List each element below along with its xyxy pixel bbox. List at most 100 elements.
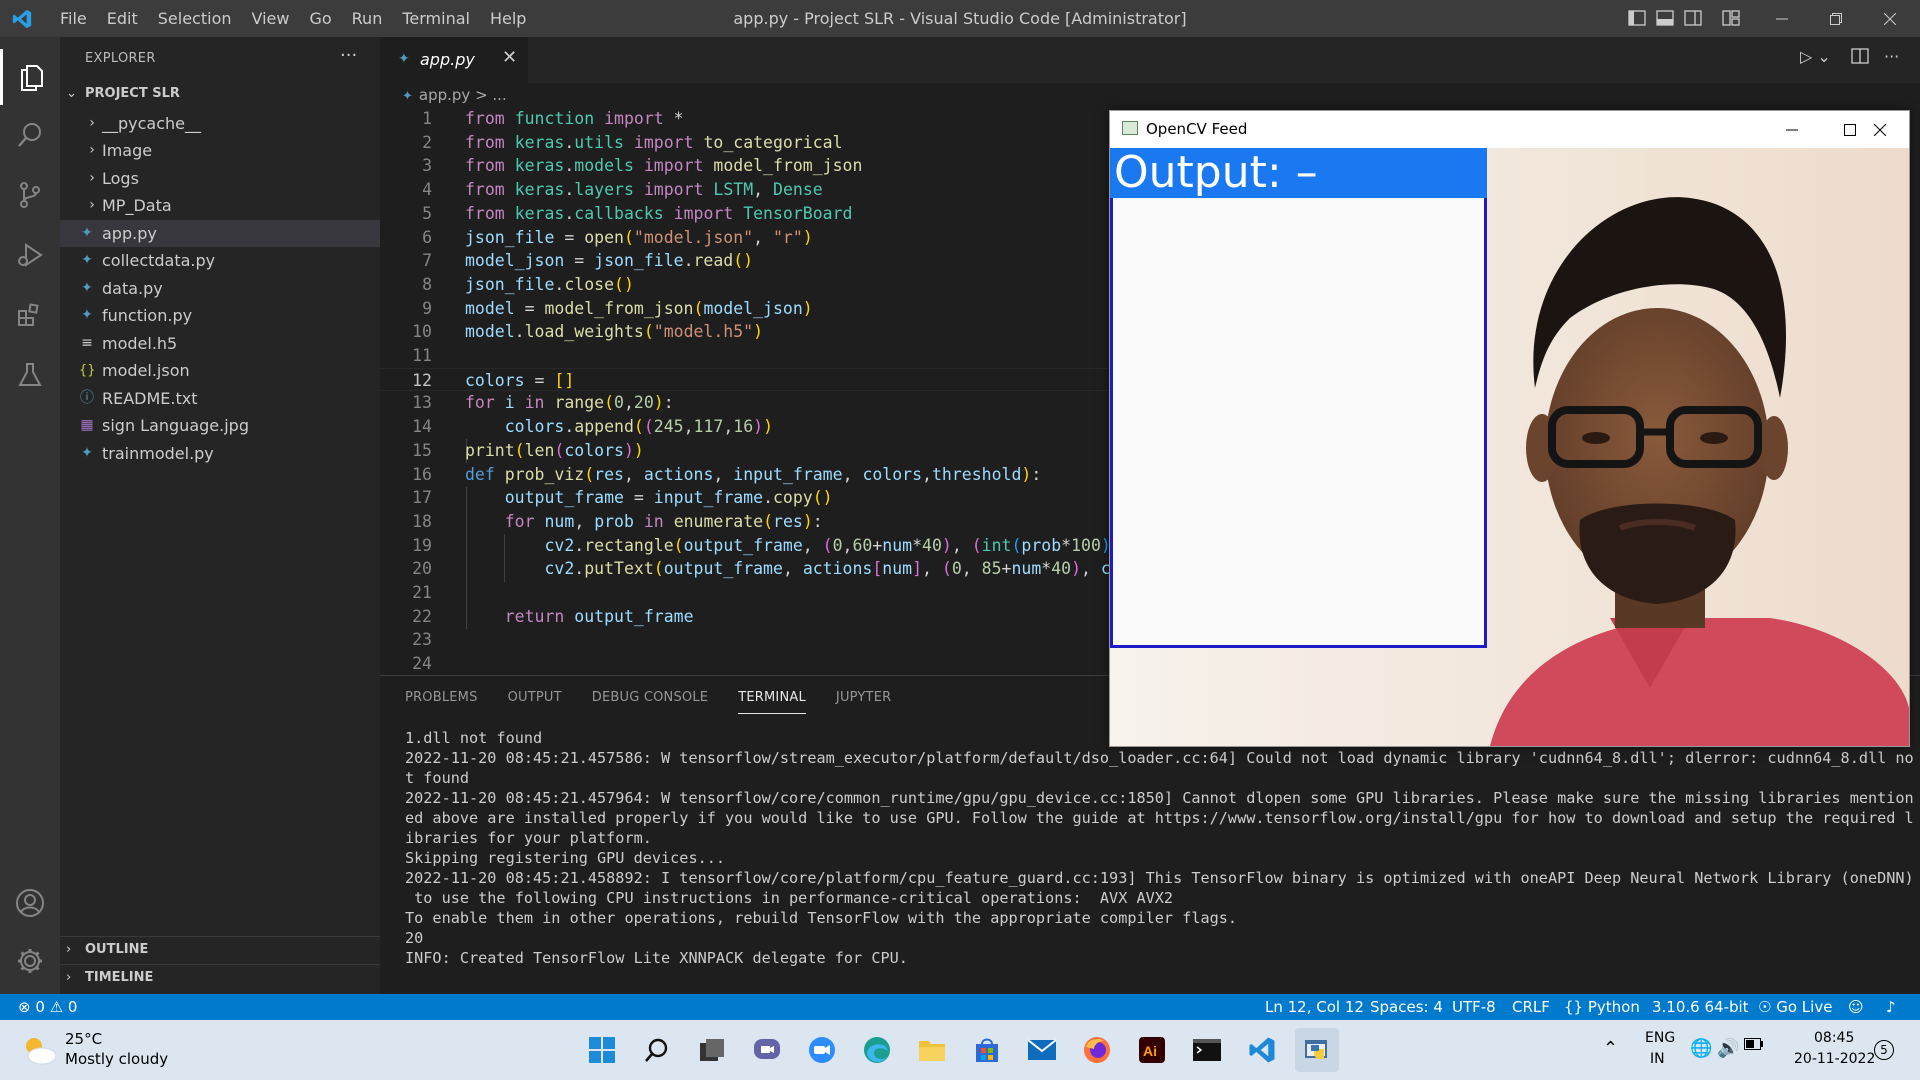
tree-item-model-json[interactable]: {} model.json bbox=[60, 357, 380, 384]
vscode-logo-icon bbox=[12, 9, 32, 29]
menu-terminal[interactable]: Terminal bbox=[392, 0, 480, 37]
project-folder-header[interactable]: ⌄ PROJECT SLR bbox=[60, 81, 380, 107]
code-editor[interactable]: 1 from function import * 2 from keras.util… bbox=[380, 107, 1110, 675]
timeline-section-header[interactable]: › TIMELINE bbox=[60, 964, 380, 990]
breadcrumb-file[interactable]: app.py bbox=[419, 86, 470, 104]
go-live-button[interactable]: ☉ Go Live bbox=[1758, 994, 1832, 1020]
eol-status[interactable]: CRLF bbox=[1512, 994, 1550, 1020]
store-icon[interactable] bbox=[965, 1028, 1009, 1072]
toggle-primary-sidebar-icon[interactable] bbox=[1628, 9, 1646, 27]
tree-item-pycache[interactable]: › __pycache__ bbox=[60, 110, 380, 137]
run-python-file-icon[interactable]: ▷ ⌄ bbox=[1800, 47, 1831, 66]
outline-section-header[interactable]: › OUTLINE bbox=[60, 936, 380, 962]
edge-icon[interactable] bbox=[855, 1028, 899, 1072]
language-top[interactable]: ENG bbox=[1645, 1030, 1675, 1046]
restore-button[interactable] bbox=[1808, 0, 1864, 37]
explorer-more-button[interactable]: ··· bbox=[340, 45, 357, 66]
mail-icon[interactable] bbox=[1020, 1028, 1064, 1072]
menu-view[interactable]: View bbox=[242, 0, 300, 37]
tab-app-py[interactable]: ✦ app.py ✕ bbox=[380, 37, 528, 83]
tree-item-function-py[interactable]: ✦ function.py bbox=[60, 302, 380, 329]
vscode-taskbar-icon[interactable] bbox=[1240, 1028, 1284, 1072]
close-tab-icon[interactable]: ✕ bbox=[502, 47, 517, 68]
show-hidden-icons-icon[interactable]: ⌃ bbox=[1603, 1038, 1618, 1059]
tree-item-model-h5[interactable]: ≡ model.h5 bbox=[60, 330, 380, 357]
menu-help[interactable]: Help bbox=[480, 0, 536, 37]
start-icon[interactable] bbox=[580, 1028, 624, 1072]
terminal-output[interactable]: 1.dll not found 2022-11-20 08:45:21.4575… bbox=[405, 728, 1914, 968]
source-control-activity[interactable] bbox=[0, 167, 60, 223]
code-line-current: 12 colors = [] bbox=[380, 367, 1110, 392]
split-editor-icon[interactable] bbox=[1851, 47, 1869, 69]
language-mode[interactable]: {} Python bbox=[1564, 994, 1640, 1020]
network-globe-icon[interactable]: 🌐 bbox=[1690, 1038, 1712, 1059]
illustrator-icon[interactable]: Ai bbox=[1130, 1028, 1174, 1072]
firefox-icon[interactable] bbox=[1075, 1028, 1119, 1072]
terminal-line: 2022-11-20 08:45:21.457586: W tensorflow… bbox=[405, 749, 1914, 767]
menu-go[interactable]: Go bbox=[299, 0, 341, 37]
menu-selection[interactable]: Selection bbox=[148, 0, 242, 37]
code-line: 15 print(len(colors)) bbox=[412, 440, 644, 460]
tab-jupyter[interactable]: JUPYTER bbox=[836, 688, 891, 714]
cursor-position[interactable]: Ln 12, Col 12 bbox=[1265, 994, 1364, 1020]
menu-run[interactable]: Run bbox=[342, 0, 393, 37]
search-taskbar-icon[interactable] bbox=[635, 1028, 679, 1072]
tree-item-trainmodel-py[interactable]: ✦ trainmodel.py bbox=[60, 440, 380, 467]
opencv-title-bar[interactable]: OpenCV Feed bbox=[1110, 111, 1909, 148]
file-explorer-icon[interactable] bbox=[910, 1028, 954, 1072]
weather-icon[interactable] bbox=[18, 1032, 58, 1072]
toggle-panel-icon[interactable] bbox=[1656, 9, 1674, 27]
python-interpreter[interactable]: 3.10.6 64-bit bbox=[1652, 994, 1749, 1020]
tree-item-sign-language-jpg[interactable]: ▦ sign Language.jpg bbox=[60, 412, 380, 439]
minimize-button[interactable] bbox=[1754, 0, 1810, 37]
notifications-bell-icon[interactable]: ♪ bbox=[1886, 994, 1896, 1020]
tab-problems[interactable]: PROBLEMS bbox=[405, 688, 478, 714]
testing-activity[interactable] bbox=[0, 347, 60, 403]
tree-item-collectdata-py[interactable]: ✦ collectdata.py bbox=[60, 247, 380, 274]
tab-debug-console[interactable]: DEBUG CONSOLE bbox=[592, 688, 708, 714]
task-view-icon[interactable] bbox=[690, 1028, 734, 1072]
chat-icon[interactable] bbox=[745, 1028, 789, 1072]
clock-date[interactable]: 20-11-2022 bbox=[1794, 1051, 1875, 1067]
tab-output[interactable]: OUTPUT bbox=[508, 688, 562, 714]
tree-item-label: __pycache__ bbox=[102, 114, 202, 133]
editor-more-actions-icon[interactable]: ··· bbox=[1884, 47, 1899, 66]
terminal-app-icon[interactable] bbox=[1185, 1028, 1229, 1072]
python-taskbar-icon[interactable] bbox=[1295, 1028, 1339, 1072]
tree-item-data-py[interactable]: ✦ data.py bbox=[60, 275, 380, 302]
explorer-activity[interactable] bbox=[0, 49, 60, 105]
svg-text:Ai: Ai bbox=[1143, 1043, 1157, 1059]
tree-item-mp-data[interactable]: › MP_Data bbox=[60, 192, 380, 219]
search-activity[interactable] bbox=[0, 107, 60, 163]
volume-icon[interactable]: 🔊 bbox=[1717, 1038, 1739, 1059]
toggle-secondary-sidebar-icon[interactable] bbox=[1684, 9, 1702, 27]
tree-item-logs[interactable]: › Logs bbox=[60, 165, 380, 192]
menu-file[interactable]: File bbox=[50, 0, 97, 37]
opencv-minimize-button[interactable] bbox=[1763, 111, 1821, 148]
manage-activity[interactable] bbox=[0, 933, 60, 989]
tree-item-app-py[interactable]: ✦ app.py bbox=[60, 220, 380, 247]
tab-terminal[interactable]: TERMINAL bbox=[738, 688, 806, 714]
notification-count-badge[interactable]: 5 bbox=[1874, 1040, 1894, 1060]
weather-description[interactable]: Mostly cloudy bbox=[65, 1050, 168, 1068]
close-window-button[interactable] bbox=[1862, 0, 1918, 37]
tree-item-readme[interactable]: ⓘ README.txt bbox=[60, 385, 380, 412]
zoom-icon[interactable] bbox=[800, 1028, 844, 1072]
encoding-status[interactable]: UTF-8 bbox=[1452, 994, 1496, 1020]
run-debug-activity[interactable] bbox=[0, 227, 60, 283]
indentation-status[interactable]: Spaces: 4 bbox=[1370, 994, 1443, 1020]
temperature[interactable]: 25°C bbox=[65, 1030, 102, 1048]
problems-status[interactable]: ⊗ 0 ⚠ 0 bbox=[18, 994, 77, 1020]
tree-item-image[interactable]: › Image bbox=[60, 137, 380, 164]
breadcrumb-rest[interactable]: > ... bbox=[470, 86, 507, 104]
battery-icon[interactable] bbox=[1744, 1038, 1764, 1054]
menu-edit[interactable]: Edit bbox=[97, 0, 148, 37]
clock-time[interactable]: 08:45 bbox=[1814, 1030, 1854, 1046]
extensions-activity[interactable] bbox=[0, 287, 60, 343]
tree-item-label: sign Language.jpg bbox=[102, 416, 249, 435]
customize-layout-icon[interactable] bbox=[1722, 9, 1740, 27]
language-bottom[interactable]: IN bbox=[1650, 1051, 1665, 1067]
opencv-close-button[interactable] bbox=[1851, 111, 1909, 148]
feedback-icon[interactable]: ☺ bbox=[1848, 994, 1864, 1020]
accounts-activity[interactable] bbox=[0, 875, 60, 931]
